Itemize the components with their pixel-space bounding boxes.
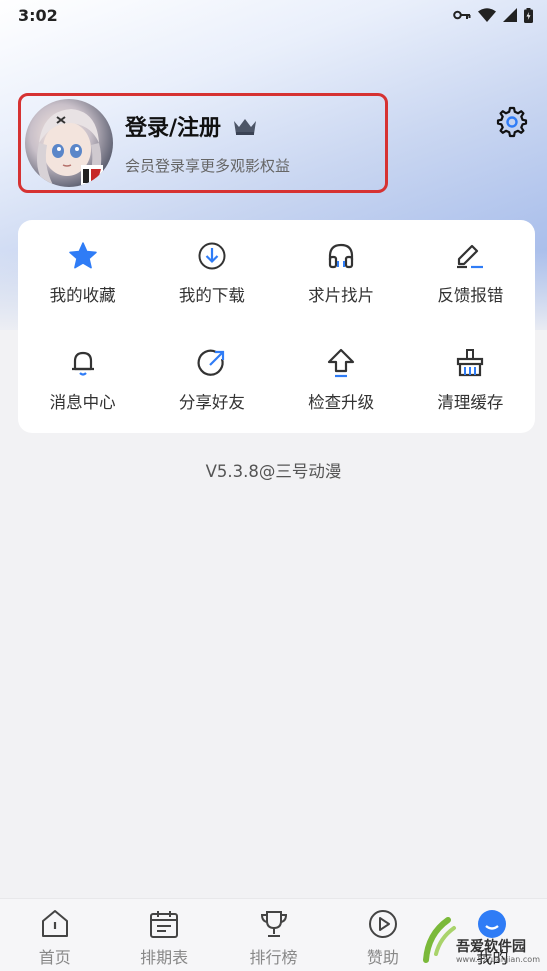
home-icon [41, 910, 68, 937]
nav-label: 首页 [38, 948, 71, 967]
trophy-icon [260, 911, 287, 937]
upgrade-icon [325, 347, 357, 379]
avatar[interactable] [25, 99, 113, 187]
gear-icon [496, 106, 528, 138]
status-time: 3:02 [18, 5, 58, 25]
edit-icon [454, 240, 486, 272]
menu-label: 清理缓存 [437, 392, 504, 412]
bottom-nav: 首页 排期表 排行榜 赞助 我的 [0, 898, 547, 971]
nav-label: 我的 [476, 948, 509, 967]
login-subtitle: 会员登录享更多观影权益 [125, 157, 291, 175]
key-icon [453, 10, 471, 20]
avatar-illustration [37, 109, 103, 185]
profile-icon [478, 910, 507, 938]
login-title-row: 登录/注册 [125, 110, 290, 142]
version-text: V5.3.8@三号动漫 [205, 462, 342, 481]
nav-ranking[interactable]: 排行榜 [219, 899, 328, 971]
menu-item-downloads[interactable]: 我的下载 [147, 220, 276, 327]
download-icon [196, 240, 228, 272]
headphones-icon [325, 240, 357, 272]
menu-item-share[interactable]: 分享好友 [147, 327, 276, 434]
nav-label: 排期表 [140, 948, 189, 967]
nav-home[interactable]: 首页 [0, 899, 109, 971]
menu-label: 求片找片 [308, 286, 375, 306]
menu-label: 检查升级 [308, 392, 375, 412]
crown-icon [234, 119, 257, 135]
menu-label: 反馈报错 [437, 286, 504, 306]
nav-label: 赞助 [366, 948, 399, 967]
status-bar: 3:02 [0, 0, 547, 30]
menu-label: 分享好友 [178, 392, 245, 412]
feature-grid: 我的收藏 我的下载 求片找片 反馈报错 消息中心 分享好友 检查升级 清理缓存 [18, 220, 535, 433]
star-icon [67, 240, 99, 272]
nav-label: 排行榜 [249, 948, 298, 967]
menu-item-feedback[interactable]: 反馈报错 [406, 220, 535, 327]
nav-sponsor[interactable]: 赞助 [328, 899, 437, 971]
settings-button[interactable] [496, 106, 528, 138]
bell-icon [67, 347, 99, 379]
battery-icon [524, 7, 533, 23]
menu-item-upgrade[interactable]: 检查升级 [277, 327, 406, 434]
broom-icon [454, 347, 486, 379]
menu-label: 我的收藏 [49, 286, 116, 306]
signal-icon [503, 8, 517, 22]
calendar-icon [150, 911, 179, 938]
wifi-icon [478, 8, 496, 22]
nav-mine[interactable]: 我的 [438, 899, 547, 971]
login-profile-card[interactable]: 登录/注册 会员登录享更多观影权益 [18, 93, 388, 193]
nav-schedule[interactable]: 排期表 [109, 899, 218, 971]
menu-item-favorites[interactable]: 我的收藏 [18, 220, 147, 327]
menu-item-messages[interactable]: 消息中心 [18, 327, 147, 434]
menu-item-clear-cache[interactable]: 清理缓存 [406, 327, 535, 434]
menu-item-request[interactable]: 求片找片 [277, 220, 406, 327]
menu-label: 我的下载 [178, 286, 245, 306]
login-register-title[interactable]: 登录/注册 [125, 110, 221, 142]
status-icons [453, 7, 533, 23]
menu-label: 消息中心 [49, 392, 116, 412]
profile-text: 登录/注册 会员登录享更多观影权益 [125, 110, 290, 176]
share-icon [196, 347, 228, 379]
play-circle-icon [368, 910, 397, 938]
